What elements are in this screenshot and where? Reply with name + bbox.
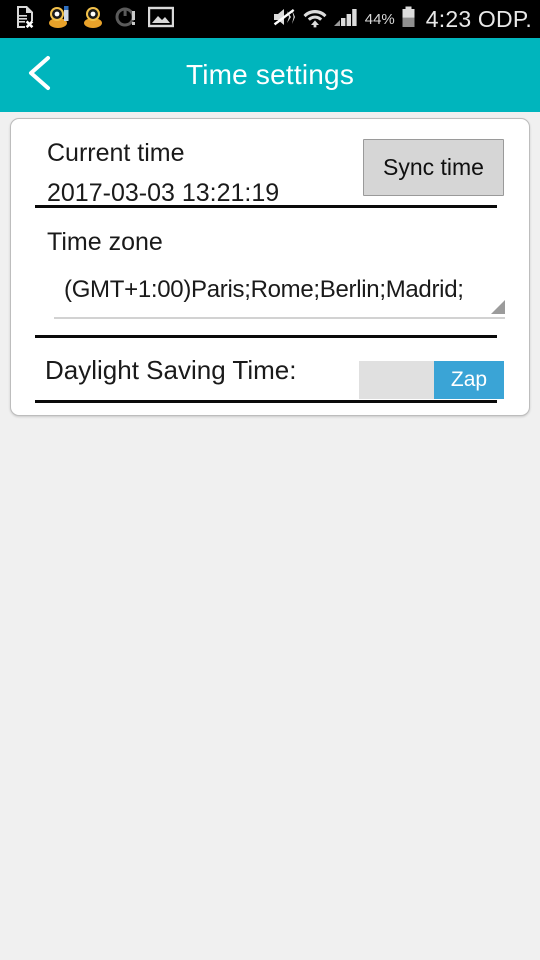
cellular-signal-icon <box>333 6 359 33</box>
status-bar-system-icons: 44% 4:23 ODP. <box>271 6 532 33</box>
time-zone-label: Time zone <box>47 228 163 256</box>
battery-percent-label: 44% <box>364 10 395 28</box>
time-settings-card: Current time 2017-03-03 13:21:19 Sync ti… <box>10 118 530 416</box>
current-time-value: 2017-03-03 13:21:19 <box>47 179 280 207</box>
sync-time-button[interactable]: Sync time <box>363 139 504 196</box>
back-chevron-icon <box>23 53 57 98</box>
app-bar: Time settings <box>0 38 540 112</box>
dropdown-triangle-icon <box>491 300 505 314</box>
current-time-label: Current time <box>47 139 185 167</box>
back-button[interactable] <box>12 48 68 102</box>
page-title: Time settings <box>185 59 355 90</box>
daylight-saving-label: Daylight Saving Time: <box>45 355 297 385</box>
sync-error-icon <box>115 6 137 33</box>
app-notification-icon-1 <box>47 5 71 34</box>
gallery-image-icon <box>147 6 175 33</box>
status-bar: 44% 4:23 ODP. <box>0 0 540 38</box>
status-bar-clock: 4:23 ODP. <box>425 5 532 32</box>
daylight-saving-toggle[interactable]: Zap <box>359 361 504 399</box>
toggle-thumb-label: Zap <box>434 361 504 399</box>
time-zone-selected-value: (GMT+1:00)Paris;Rome;Berlin;Madrid; <box>64 276 464 303</box>
status-bar-notification-icons <box>14 5 271 34</box>
battery-icon <box>401 6 416 33</box>
app-notification-icon-2 <box>82 5 104 34</box>
time-zone-spinner[interactable]: (GMT+1:00)Paris;Rome;Berlin;Madrid; <box>54 275 505 319</box>
sd-card-removed-icon <box>14 5 36 34</box>
divider-3 <box>35 400 497 403</box>
wifi-icon <box>303 6 327 33</box>
current-time-row: Current time 2017-03-03 13:21:19 Sync ti… <box>11 119 529 207</box>
mute-vibrate-off-icon <box>271 6 297 33</box>
